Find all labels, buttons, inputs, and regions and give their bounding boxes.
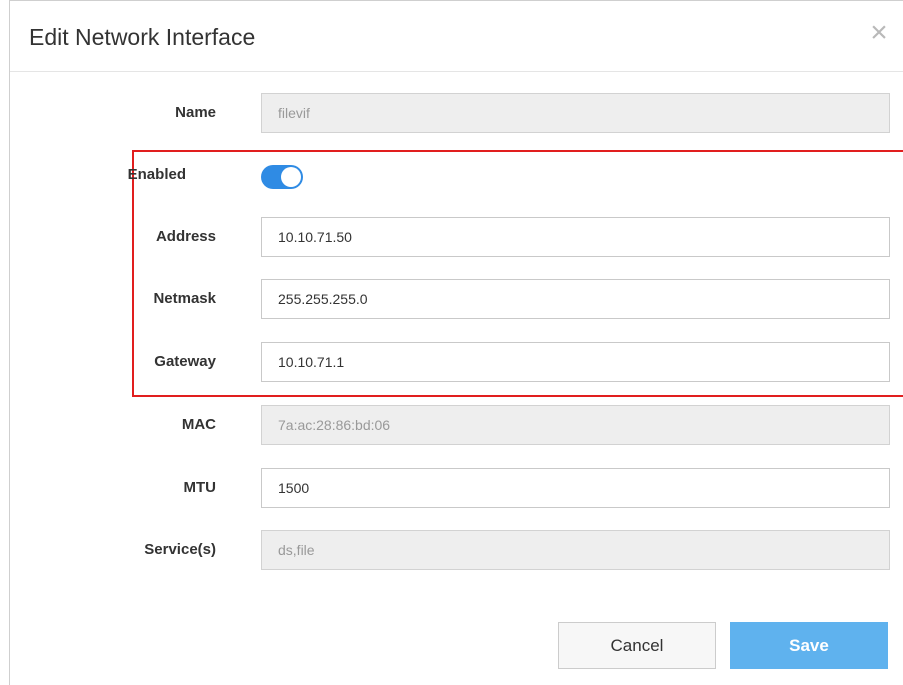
name-label: Name <box>175 104 216 121</box>
dialog-title: Edit Network Interface <box>29 24 256 50</box>
enabled-label: Enabled <box>127 166 186 183</box>
gateway-field[interactable] <box>261 342 890 382</box>
close-icon[interactable]: × <box>865 18 893 48</box>
mac-field <box>261 405 890 445</box>
save-button[interactable]: Save <box>730 622 888 669</box>
mtu-label: MTU <box>183 479 217 496</box>
edit-network-interface-dialog: Edit Network Interface × Name Enabled Ad… <box>10 0 903 685</box>
mac-label: MAC <box>181 416 216 433</box>
address-label: Address <box>155 228 216 245</box>
services-field <box>261 530 890 570</box>
netmask-label: Netmask <box>153 290 216 307</box>
gateway-label: Gateway <box>154 353 216 370</box>
name-field <box>261 93 890 133</box>
dialog-header: Edit Network Interface × <box>10 1 903 72</box>
address-field[interactable] <box>261 217 890 257</box>
cancel-button[interactable]: Cancel <box>558 622 716 669</box>
toggle-knob <box>281 167 301 187</box>
netmask-field[interactable] <box>261 279 890 319</box>
enabled-toggle[interactable] <box>261 165 303 189</box>
mtu-field[interactable] <box>261 468 890 508</box>
services-label: Service(s) <box>144 541 216 558</box>
